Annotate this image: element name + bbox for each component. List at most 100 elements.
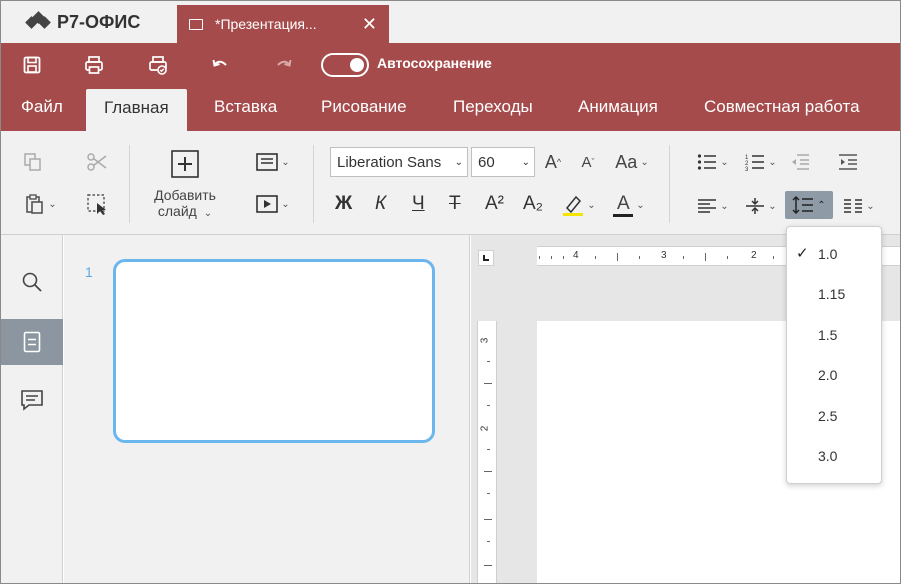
toolbar-separator xyxy=(313,145,314,223)
superscript-button[interactable]: A² xyxy=(485,193,504,215)
line-spacing-option-label: 1.5 xyxy=(818,327,838,343)
shrink-font-button[interactable]: Aˇ xyxy=(576,149,600,175)
font-size-value: 60 xyxy=(478,154,495,171)
line-spacing-option-1-15[interactable]: 1.15 xyxy=(787,275,881,313)
close-tab-button[interactable]: ✕ xyxy=(362,15,377,33)
numbering-button[interactable]: 123 ⌄ xyxy=(739,149,783,175)
save-button[interactable] xyxy=(17,51,47,79)
chevron-down-icon: ⌄ xyxy=(521,157,530,168)
tab-stop-selector[interactable] xyxy=(478,250,494,266)
columns-icon xyxy=(844,199,863,213)
play-icon xyxy=(256,195,279,213)
line-spacing-option-label: 3.0 xyxy=(818,448,838,464)
line-spacing-option-label: 1.15 xyxy=(818,286,846,302)
document-tab[interactable]: *Презентация... ✕ xyxy=(177,5,389,43)
strikethrough-button[interactable]: Т xyxy=(449,193,461,215)
undo-button[interactable] xyxy=(205,51,235,79)
redo-icon xyxy=(277,59,292,67)
font-name-select[interactable]: Liberation Sans ⌄ xyxy=(330,147,468,177)
add-slide-label-line1: Добавить xyxy=(154,187,216,203)
menu-file[interactable]: Файл xyxy=(19,87,65,131)
copy-button[interactable] xyxy=(19,149,47,175)
add-slide-button[interactable] xyxy=(169,149,201,179)
vertical-ruler[interactable]: 3 2 xyxy=(477,321,497,583)
align-left-button[interactable]: ⌄ xyxy=(691,193,735,219)
ruler-tick xyxy=(487,405,490,406)
italic-button[interactable]: К xyxy=(375,193,386,215)
menu-insert[interactable]: Вставка xyxy=(212,87,279,131)
slide-layout-button[interactable]: ⌄ xyxy=(249,149,297,175)
slides-icon xyxy=(23,331,41,353)
print-button[interactable] xyxy=(79,51,109,79)
underline-button[interactable]: Ч xyxy=(412,193,425,215)
chevron-down-icon: ⌄ xyxy=(281,156,290,168)
subscript-button[interactable]: A₂ xyxy=(523,193,543,215)
presentation-icon xyxy=(189,18,203,30)
ruler-tick xyxy=(727,256,728,259)
bullets-button[interactable]: ⌄ xyxy=(691,149,735,175)
line-spacing-option-1-5[interactable]: 1.5 xyxy=(787,316,881,354)
font-color-button[interactable]: A ⌄ xyxy=(607,191,651,219)
highlighter-icon xyxy=(563,195,584,216)
line-spacing-menu: ✓ 1.0 1.15 1.5 2.0 2.5 3.0 xyxy=(786,226,882,484)
vertical-align-button[interactable]: ⌄ xyxy=(739,193,783,219)
menu-animation[interactable]: Анимация xyxy=(576,87,660,131)
menu-home[interactable]: Главная xyxy=(86,89,187,131)
font-name-value: Liberation Sans xyxy=(337,154,442,171)
search-button[interactable] xyxy=(1,259,63,305)
printer-icon xyxy=(85,56,103,74)
ruler-tick xyxy=(617,253,618,261)
paste-button[interactable]: ⌄ xyxy=(17,191,65,217)
chevron-down-icon: ⌄ xyxy=(636,199,645,211)
cut-button[interactable] xyxy=(83,149,111,175)
autosave-toggle[interactable] xyxy=(321,53,369,77)
highlight-color-button[interactable]: ⌄ xyxy=(557,191,601,219)
numbered-list-icon: 123 xyxy=(745,155,765,171)
line-spacing-option-2-5[interactable]: 2.5 xyxy=(787,397,881,435)
line-spacing-option-2-0[interactable]: 2.0 xyxy=(787,356,881,394)
ruler-tick xyxy=(484,519,492,520)
chevron-down-icon: ⌄ xyxy=(720,156,729,168)
columns-button[interactable]: ⌄ xyxy=(837,193,881,219)
scissors-icon xyxy=(87,153,107,171)
header: Автосохранение Файл Главная Вставка Рисо… xyxy=(1,43,900,131)
line-spacing-button[interactable]: ⌃ xyxy=(785,191,833,219)
chevron-down-icon: ⌄ xyxy=(203,208,213,219)
menu-collaboration[interactable]: Совместная работа xyxy=(702,87,862,131)
chevron-down-icon: ⌄ xyxy=(281,198,290,210)
redo-button[interactable] xyxy=(269,51,299,79)
app-name: Р7-ОФИС xyxy=(57,11,141,32)
layout-icon xyxy=(256,153,279,171)
align-left-icon xyxy=(698,199,717,213)
app-window: Р7-ОФИС *Презентация... ✕ Автосохранение… xyxy=(0,0,901,584)
ruler-tick xyxy=(487,361,490,362)
quick-print-icon xyxy=(149,56,167,75)
ruler-tick xyxy=(563,256,564,259)
ruler-tick xyxy=(595,256,596,259)
change-case-button[interactable]: Aa ⌄ xyxy=(610,149,654,175)
start-slideshow-button[interactable]: ⌄ xyxy=(249,191,297,217)
shrink-font-icon: A xyxy=(581,153,592,171)
slides-panel-button[interactable] xyxy=(1,319,63,365)
bold-button[interactable]: Ж xyxy=(335,193,352,215)
add-slide-label[interactable]: Добавить слайд ⌄ xyxy=(141,187,229,222)
ruler-tick xyxy=(487,493,490,494)
menu-draw[interactable]: Рисование xyxy=(319,87,409,131)
ruler-tick xyxy=(551,256,552,259)
slide-number: 1 xyxy=(85,264,93,280)
slide-thumbnail[interactable] xyxy=(113,259,435,443)
ruler-tick xyxy=(484,471,492,472)
increase-indent-button[interactable] xyxy=(835,149,861,175)
quick-print-button[interactable] xyxy=(143,51,173,79)
select-all-button[interactable] xyxy=(83,191,111,217)
menu-transitions[interactable]: Переходы xyxy=(451,87,535,131)
grow-font-button[interactable]: A ^ xyxy=(541,149,565,175)
font-size-select[interactable]: 60 ⌄ xyxy=(471,147,535,177)
decrease-indent-button[interactable] xyxy=(787,149,813,175)
line-spacing-option-1-0[interactable]: ✓ 1.0 xyxy=(787,235,881,273)
search-icon xyxy=(22,272,42,292)
chevron-down-icon: ⌄ xyxy=(640,156,649,168)
comments-button[interactable] xyxy=(1,377,63,423)
line-spacing-option-3-0[interactable]: 3.0 xyxy=(787,437,881,475)
tab-stop-icon xyxy=(483,255,489,261)
